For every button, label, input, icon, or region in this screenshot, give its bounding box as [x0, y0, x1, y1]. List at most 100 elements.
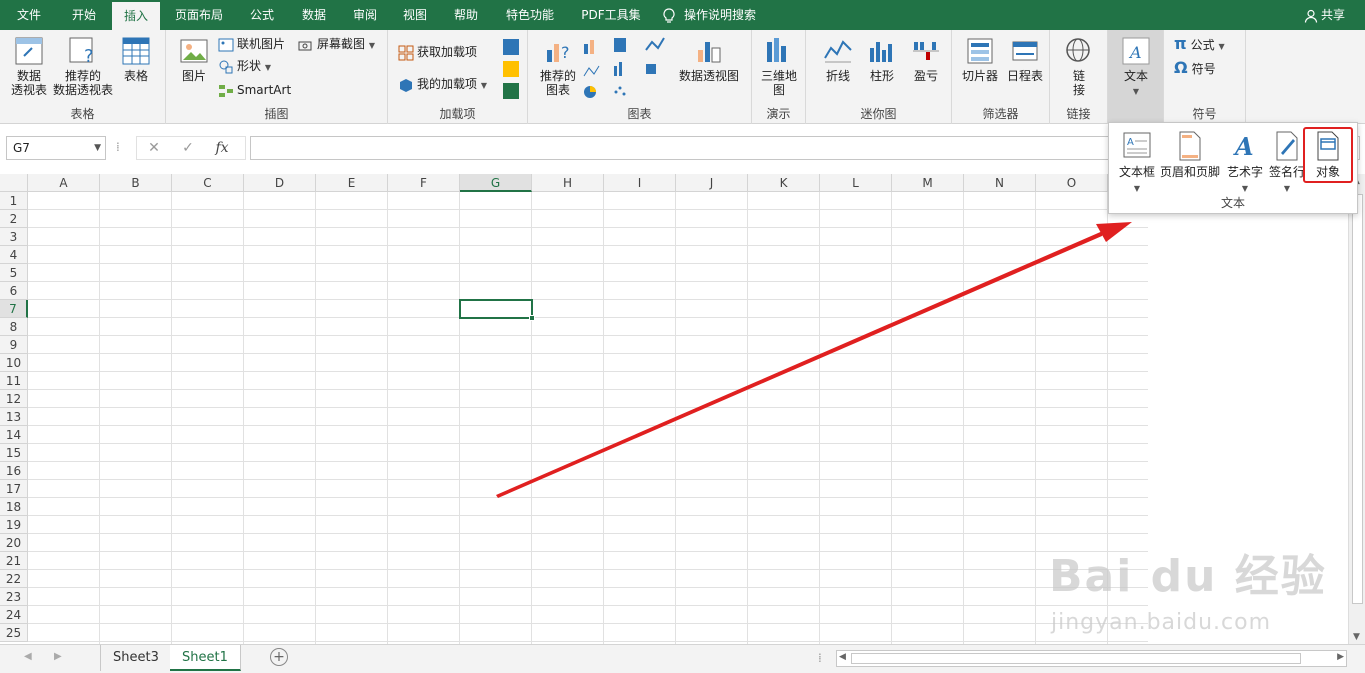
row-header-17[interactable]: 17: [0, 480, 28, 498]
tab-view[interactable]: 视图: [393, 0, 437, 30]
row-header-25[interactable]: 25: [0, 624, 28, 642]
row-header-22[interactable]: 22: [0, 570, 28, 588]
column-header-h[interactable]: H: [532, 174, 604, 192]
header-footer-button[interactable]: 页眉和页脚: [1159, 131, 1221, 180]
selected-cell[interactable]: [459, 299, 535, 321]
row-header-5[interactable]: 5: [0, 264, 28, 282]
sparkline-line-button[interactable]: 折线: [818, 36, 858, 83]
confirm-icon[interactable]: ✓: [171, 137, 205, 159]
prev-sheet-icon[interactable]: ◀: [24, 651, 32, 662]
column-header-k[interactable]: K: [748, 174, 820, 192]
tab-review[interactable]: 审阅: [343, 0, 387, 30]
online-picture-button[interactable]: 联机图片: [218, 34, 285, 54]
row-header-6[interactable]: 6: [0, 282, 28, 300]
row-header-11[interactable]: 11: [0, 372, 28, 390]
symbol-button[interactable]: Ω 符号: [1174, 58, 1216, 78]
column-header-o[interactable]: O: [1036, 174, 1108, 192]
splitter-handle-icon[interactable]: ⁞: [818, 651, 822, 665]
column-header-e[interactable]: E: [316, 174, 388, 192]
column-header-l[interactable]: L: [820, 174, 892, 192]
column-header-a[interactable]: A: [28, 174, 100, 192]
slicer-button[interactable]: 切片器: [958, 36, 1002, 83]
row-header-10[interactable]: 10: [0, 354, 28, 372]
timeline-button[interactable]: 日程表: [1004, 36, 1046, 83]
screenshot-button[interactable]: 屏幕截图 ▼: [298, 34, 375, 54]
scroll-down-icon[interactable]: ▼: [1353, 632, 1360, 642]
column-header-i[interactable]: I: [604, 174, 676, 192]
column-header-c[interactable]: C: [172, 174, 244, 192]
tab-home[interactable]: 开始: [62, 0, 106, 30]
3d-map-button[interactable]: 三维地 图: [758, 36, 800, 97]
recommended-charts-button[interactable]: ? 推荐的 图表: [536, 36, 580, 97]
row-header-21[interactable]: 21: [0, 552, 28, 570]
tab-special[interactable]: 特色功能: [497, 0, 563, 30]
tab-formulas[interactable]: 公式: [240, 0, 284, 30]
textbox-button[interactable]: A 文本框 ▼: [1115, 131, 1159, 194]
smartart-button[interactable]: SmartArt: [218, 80, 291, 100]
sparkline-winloss-button[interactable]: 盈亏: [906, 36, 946, 83]
row-header-2[interactable]: 2: [0, 210, 28, 228]
row-header-24[interactable]: 24: [0, 606, 28, 624]
recommended-pivot-button[interactable]: ? 推荐的 数据透视表: [52, 36, 114, 97]
sparkline-column-button[interactable]: 柱形: [862, 36, 902, 83]
fill-handle[interactable]: [529, 315, 535, 321]
text-button[interactable]: A 文本 ▼: [1116, 36, 1156, 99]
object-button[interactable]: 对象: [1303, 127, 1353, 183]
row-header-1[interactable]: 1: [0, 192, 28, 210]
tab-file[interactable]: 文件: [8, 0, 50, 30]
tell-me-search[interactable]: 操作说明搜索: [662, 0, 772, 30]
signature-line-button[interactable]: 签名行 ▼: [1267, 131, 1307, 194]
sheet-tab-sheet3[interactable]: Sheet3: [100, 645, 172, 671]
row-header-16[interactable]: 16: [0, 462, 28, 480]
row-header-3[interactable]: 3: [0, 228, 28, 246]
my-addins-button[interactable]: 我的加载项 ▼: [398, 74, 487, 94]
pivot-chart-button[interactable]: 数据透视图: [676, 36, 742, 83]
shapes-button[interactable]: 形状 ▼: [218, 56, 271, 76]
row-header-14[interactable]: 14: [0, 426, 28, 444]
select-all-corner[interactable]: [0, 174, 28, 192]
picture-button[interactable]: 图片: [176, 36, 212, 83]
cancel-icon[interactable]: ✕: [137, 137, 171, 159]
tab-data[interactable]: 数据: [292, 0, 336, 30]
column-header-j[interactable]: J: [676, 174, 748, 192]
row-header-9[interactable]: 9: [0, 336, 28, 354]
tab-page-layout[interactable]: 页面布局: [166, 0, 232, 30]
insert-function-icon[interactable]: fx: [205, 137, 239, 159]
column-header-d[interactable]: D: [244, 174, 316, 192]
horizontal-scroll-thumb[interactable]: [851, 653, 1301, 664]
tab-help[interactable]: 帮助: [444, 0, 488, 30]
table-button[interactable]: 表格: [116, 36, 156, 83]
chart-type-icons[interactable]: [582, 36, 672, 102]
next-sheet-icon[interactable]: ▶: [54, 651, 62, 662]
horizontal-scrollbar[interactable]: ◀ ▶: [836, 650, 1347, 667]
row-header-7[interactable]: 7: [0, 300, 28, 318]
pivot-table-button[interactable]: 数据 透视表: [8, 36, 50, 97]
get-addins-button[interactable]: 获取加载项: [398, 42, 477, 62]
vertical-scrollbar[interactable]: ▲ ▼: [1348, 174, 1365, 644]
row-header-13[interactable]: 13: [0, 408, 28, 426]
tab-insert[interactable]: 插入: [112, 2, 160, 30]
column-header-b[interactable]: B: [100, 174, 172, 192]
addin-app-icons[interactable]: [502, 38, 520, 100]
wordart-button[interactable]: A 艺术字 ▼: [1225, 131, 1265, 194]
name-box[interactable]: G7 ▼: [6, 136, 106, 160]
add-sheet-icon[interactable]: +: [270, 648, 288, 666]
column-header-m[interactable]: M: [892, 174, 964, 192]
vertical-scroll-thumb[interactable]: [1352, 194, 1363, 604]
scroll-right-icon[interactable]: ▶: [1337, 652, 1344, 662]
splitter-handle-icon[interactable]: ⁞: [116, 140, 120, 154]
row-header-15[interactable]: 15: [0, 444, 28, 462]
row-header-18[interactable]: 18: [0, 498, 28, 516]
column-header-f[interactable]: F: [388, 174, 460, 192]
column-header-g[interactable]: G: [460, 174, 532, 192]
row-header-20[interactable]: 20: [0, 534, 28, 552]
equation-button[interactable]: π 公式 ▼: [1174, 34, 1225, 54]
column-header-n[interactable]: N: [964, 174, 1036, 192]
link-button[interactable]: 链 接: [1062, 36, 1096, 97]
tab-pdf[interactable]: PDF工具集: [572, 0, 650, 30]
sheet-tab-sheet1[interactable]: Sheet1: [170, 645, 241, 671]
row-header-8[interactable]: 8: [0, 318, 28, 336]
scroll-left-icon[interactable]: ◀: [839, 652, 846, 662]
share-button[interactable]: 共享: [1304, 0, 1345, 30]
row-header-4[interactable]: 4: [0, 246, 28, 264]
